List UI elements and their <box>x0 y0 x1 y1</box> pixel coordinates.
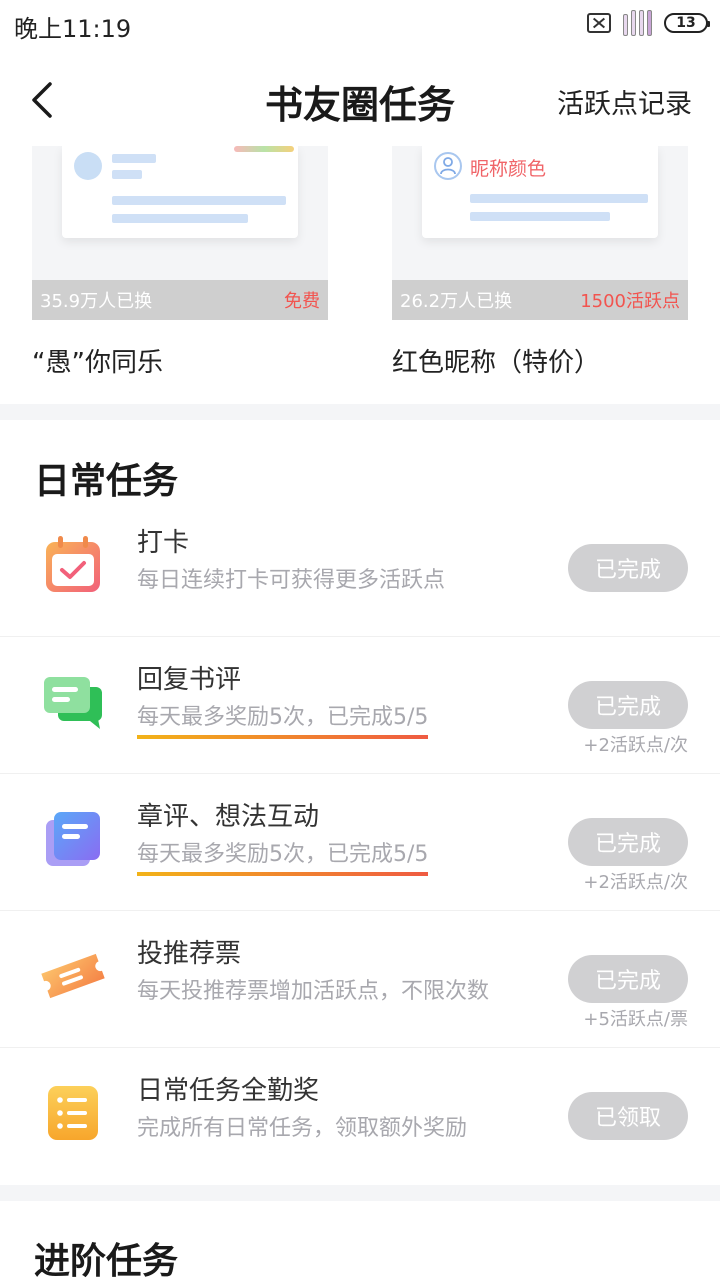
activity-record-link[interactable]: 活跃点记录 <box>557 82 692 121</box>
task-status-button[interactable]: 已完成 <box>568 544 688 592</box>
task-reward: +2活跃点/次 <box>583 872 688 893</box>
task-status-button[interactable]: 已领取 <box>568 1092 688 1140</box>
status-icons: 13 <box>587 10 710 36</box>
task-title: 日常任务全勤奖 <box>137 1076 320 1106</box>
status-time: 晚上11:19 <box>14 14 132 43</box>
reward-price: 1500活跃点 <box>580 291 680 312</box>
chat-bubble-icon <box>40 669 106 735</box>
reward-card[interactable]: 35.9万人已换 免费 “愚”你同乐 <box>32 146 328 378</box>
reward-list: 35.9万人已换 免费 “愚”你同乐 昵称颜色 26.2万人已换 1500活跃点… <box>0 146 720 404</box>
status-bar: 晚上11:19 13 <box>0 0 720 52</box>
task-row: 打卡 每日连续打卡可获得更多活跃点 已完成 <box>0 500 720 637</box>
reward-price: 免费 <box>284 291 320 312</box>
task-description: 每天最多奖励5次，已完成5/5 <box>137 836 429 876</box>
user-avatar-icon <box>434 152 462 180</box>
task-description: 每日连续打卡可获得更多活跃点 <box>137 568 446 593</box>
list-icon <box>40 1080 106 1146</box>
battery-icon: 13 <box>664 13 710 33</box>
daily-section-title: 日常任务 <box>34 460 179 502</box>
task-title: 打卡 <box>137 528 190 558</box>
preview-mock-card: 昵称颜色 <box>422 146 658 238</box>
reward-preview-image: 昵称颜色 26.2万人已换 1500活跃点 <box>392 146 688 320</box>
task-description: 每天投推荐票增加活跃点，不限次数 <box>137 979 490 1004</box>
task-reward: +5活跃点/票 <box>583 1009 688 1030</box>
nav-header: 书友圈任务 活跃点记录 <box>0 52 720 146</box>
ticket-icon <box>40 943 106 1009</box>
task-status-button[interactable]: 已完成 <box>568 955 688 1003</box>
nickname-color-preview: 昵称颜色 <box>470 158 547 180</box>
exchange-count: 35.9万人已换 <box>40 291 153 312</box>
task-row: 章评、想法互动 每天最多奖励5次，已完成5/5 已完成 +2活跃点/次 <box>0 774 720 911</box>
reward-preview-image: 35.9万人已换 免费 <box>32 146 328 320</box>
calendar-check-icon <box>40 532 106 598</box>
advanced-section-title: 进阶任务 <box>34 1240 179 1280</box>
task-description: 每天最多奖励5次，已完成5/5 <box>137 699 429 739</box>
reward-name: 红色昵称（特价） <box>392 348 601 378</box>
task-title: 回复书评 <box>137 665 242 695</box>
document-icon <box>40 806 106 872</box>
task-status-button[interactable]: 已完成 <box>568 681 688 729</box>
task-title: 投推荐票 <box>137 939 242 969</box>
no-sim-icon <box>587 13 611 33</box>
task-description: 完成所有日常任务，领取额外奖励 <box>137 1116 468 1141</box>
task-title: 章评、想法互动 <box>137 802 320 832</box>
section-divider <box>0 404 720 420</box>
task-status-button[interactable]: 已完成 <box>568 818 688 866</box>
exchange-count: 26.2万人已换 <box>400 291 513 312</box>
section-divider <box>0 1185 720 1201</box>
task-row: 回复书评 每天最多奖励5次，已完成5/5 已完成 +2活跃点/次 <box>0 637 720 774</box>
reward-strip: 35.9万人已换 免费 <box>32 280 328 320</box>
reward-name: “愚”你同乐 <box>32 348 163 378</box>
reward-strip: 26.2万人已换 1500活跃点 <box>392 280 688 320</box>
signal-icon <box>623 10 652 36</box>
task-reward: +2活跃点/次 <box>583 735 688 756</box>
task-row: 日常任务全勤奖 完成所有日常任务，领取额外奖励 已领取 <box>0 1048 720 1185</box>
preview-mock-card <box>62 146 298 238</box>
reward-card[interactable]: 昵称颜色 26.2万人已换 1500活跃点 红色昵称（特价） <box>392 146 688 378</box>
task-row: 投推荐票 每天投推荐票增加活跃点，不限次数 已完成 +5活跃点/票 <box>0 911 720 1048</box>
